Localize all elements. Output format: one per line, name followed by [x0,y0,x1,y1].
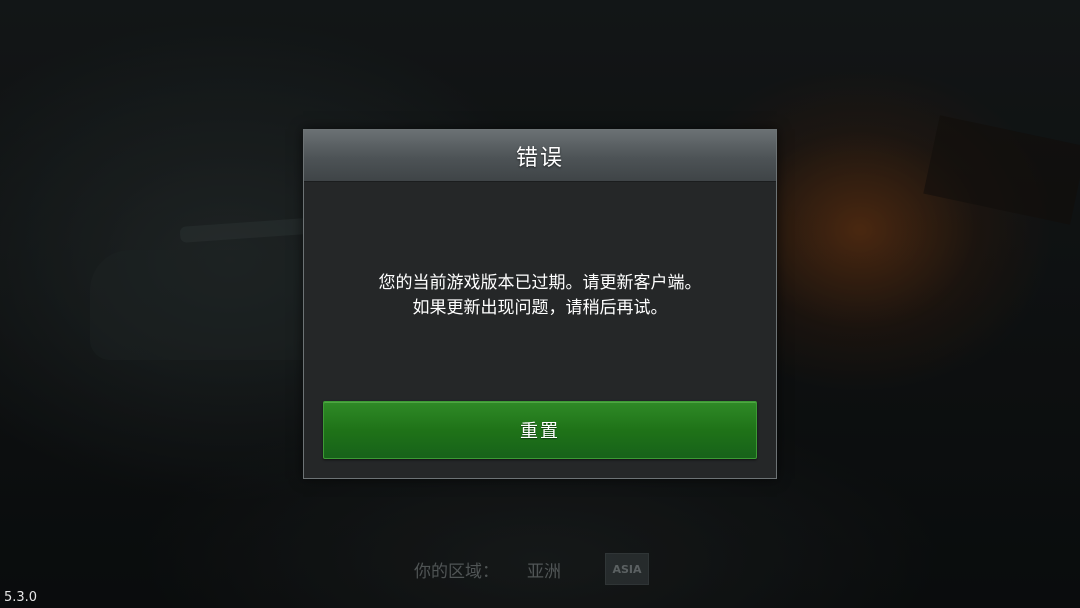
message-line-1: 您的当前游戏版本已过期。请更新客户端。 [378,273,702,293]
version-label: 5.3.0 [4,590,38,605]
region-value: 亚洲 [527,561,561,582]
region-badge-icon: ASIA [605,553,649,585]
reset-button-label: 重置 [520,421,560,442]
dialog-title: 错误 [515,145,564,171]
message-line-2: 如果更新出现问题，请稍后再试。 [412,298,668,318]
region-indicator: 你的区域： 亚洲 ASIA [414,553,649,585]
dialog-message: 您的当前游戏版本已过期。请更新客户端。 如果更新出现问题，请稍后再试。 [304,182,776,400]
dialog-header: 错误 [304,130,776,182]
reset-button[interactable]: 重置 [323,401,757,459]
error-dialog: 错误 您的当前游戏版本已过期。请更新客户端。 如果更新出现问题，请稍后再试。 重… [303,129,777,479]
region-label: 你的区域： [414,561,499,582]
game-background: 你的区域： 亚洲 ASIA 5.3.0 错误 您的当前游戏版本已过期。请更新客户… [0,0,1080,608]
